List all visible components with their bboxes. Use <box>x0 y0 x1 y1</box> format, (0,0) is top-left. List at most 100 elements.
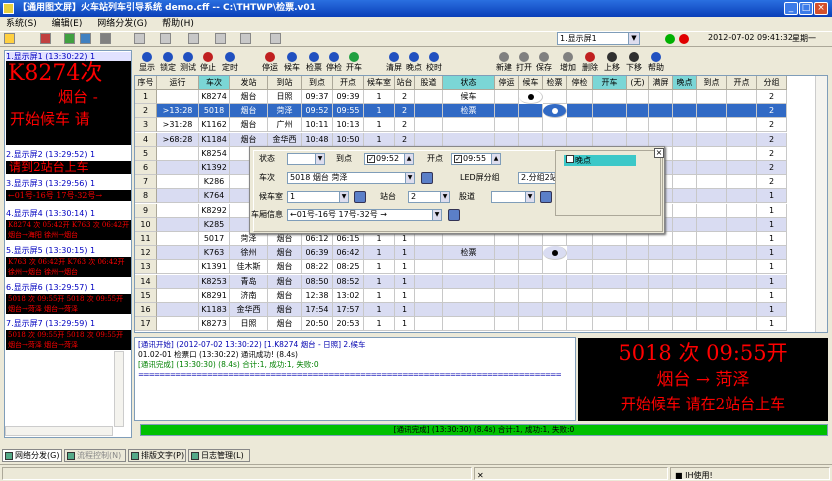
table-row[interactable]: 16 K1183 金华西 烟台 17:54 17:57 1 1 1 <box>135 303 815 317</box>
grid-icon[interactable] <box>64 33 75 44</box>
table-cell: 2 <box>395 104 415 119</box>
minimize-button[interactable]: _ <box>784 2 798 15</box>
waiting-room-button[interactable] <box>354 191 366 203</box>
menu-network[interactable]: 网络分发(G) <box>91 17 153 31</box>
toolbar-button-6[interactable]: 候车 <box>282 50 302 75</box>
table-row[interactable]: 3 >31:28 K1162 烟台 广州 10:11 10:13 1 2 2 <box>135 118 815 133</box>
search-icon[interactable] <box>240 33 251 44</box>
close-button[interactable]: × <box>814 2 828 15</box>
table-row[interactable]: 4 >68:28 K1184 烟台 金华西 10:48 10:50 1 2 2 <box>135 132 815 147</box>
table-row[interactable]: 14 K8253 青岛 烟台 08:50 08:52 1 1 1 <box>135 274 815 289</box>
arrive-checkbox[interactable]: ✓ <box>367 155 375 163</box>
tab-flow[interactable]: 流程控制(N) <box>64 449 126 462</box>
tools-icon[interactable] <box>40 33 51 44</box>
edit-icon[interactable] <box>160 33 171 44</box>
toolbar-button-15[interactable]: 保存 <box>534 50 554 75</box>
column-header[interactable]: 检票 <box>543 76 567 90</box>
screen-2-header[interactable]: 2.显示屏2 (13:29:52) 1 <box>6 150 131 160</box>
settings-icon[interactable] <box>134 33 145 44</box>
toolbar-button-4[interactable]: 定时 <box>220 50 240 75</box>
column-header[interactable]: 满屏 <box>649 76 673 90</box>
arrive-time-input[interactable]: ✓ 09:52 ▲ <box>364 153 414 165</box>
track-select[interactable]: ▼ <box>491 191 535 203</box>
config-icon[interactable] <box>270 33 281 44</box>
column-header[interactable]: 到站 <box>268 76 302 90</box>
train-pick-button[interactable] <box>421 172 433 184</box>
column-header[interactable]: 开车 <box>593 76 627 90</box>
column-header[interactable]: 序号 <box>135 76 157 90</box>
train-select[interactable]: 5018 烟台 菏泽 ▼ <box>287 172 415 184</box>
screen-icon[interactable] <box>188 33 199 44</box>
column-header[interactable]: 开点 <box>333 76 364 90</box>
tab-layout[interactable]: 排版文字(P) <box>128 449 186 462</box>
track-button[interactable] <box>540 191 552 203</box>
column-header[interactable]: 晚点 <box>673 76 697 90</box>
text-a-icon[interactable] <box>100 33 111 44</box>
column-header[interactable]: 到点 <box>302 76 333 90</box>
tab-log[interactable]: 日志管理(L) <box>188 449 250 462</box>
menu-system[interactable]: 系统(S) <box>0 17 43 31</box>
column-header[interactable]: 站台 <box>395 76 415 90</box>
late-checkbox-row[interactable]: 晚点 <box>564 155 636 166</box>
toolbar-button-20[interactable]: 帮助 <box>646 50 666 75</box>
screen-info-button[interactable] <box>448 209 460 221</box>
platform-select[interactable]: 2 ▼ <box>408 191 450 203</box>
train-select-value: 5018 烟台 菏泽 <box>290 173 348 182</box>
tab-network[interactable]: 网络分发(G) <box>2 449 62 462</box>
open-icon[interactable] <box>4 33 15 44</box>
table-row[interactable]: 13 K1391 佳木斯 烟台 08:22 08:25 1 1 1 <box>135 260 815 275</box>
waiting-room-label: 候车室 <box>259 192 283 201</box>
toolbar-button-16[interactable]: 增加 <box>558 50 578 75</box>
left-vertical-scrollbar[interactable] <box>114 351 124 427</box>
column-header[interactable]: 分组 <box>757 76 787 90</box>
table-row[interactable]: 15 K8291 济南 烟台 12:38 13:02 1 1 1 <box>135 288 815 303</box>
table-row[interactable]: 12 K763 徐州 烟台 06:39 06:42 1 1 检票 1 <box>135 246 815 261</box>
screen-4-header[interactable]: 4.显示屏4 (13:30:14) 1 <box>6 209 131 219</box>
close-icon[interactable]: × <box>654 148 664 158</box>
table-row[interactable]: 11 5017 菏泽 烟台 06:12 06:15 1 1 1 <box>135 232 815 246</box>
screen-info-select[interactable]: ←01号-16号 17号-32号 → ▼ <box>287 209 442 221</box>
screen-5-header[interactable]: 5.显示屏5 (13:30:15) 1 <box>6 246 131 256</box>
column-header[interactable]: 车次 <box>199 76 230 90</box>
toolbar-button-5[interactable]: 停运 <box>260 50 280 75</box>
column-header[interactable]: 状态 <box>443 76 495 90</box>
table-row[interactable]: 1 K8274 烟台 日照 09:37 09:39 1 2 候车 2 <box>135 90 815 104</box>
depart-checkbox[interactable]: ✓ <box>454 155 462 163</box>
table-row[interactable]: 17 K8273 日照 烟台 20:50 20:53 1 1 1 <box>135 317 815 332</box>
screen-6-header[interactable]: 6.显示屏6 (13:29:57) 1 <box>6 283 131 293</box>
layout-icon[interactable] <box>80 33 91 44</box>
column-header[interactable]: 到点 <box>697 76 727 90</box>
screen-3-header[interactable]: 3.显示屏3 (13:29:56) 1 <box>6 179 131 189</box>
left-horizontal-scrollbar[interactable] <box>5 426 113 436</box>
menu-help[interactable]: 帮助(H) <box>156 17 200 31</box>
toolbar-button-19[interactable]: 下移 <box>624 50 644 75</box>
column-header[interactable]: 停检 <box>567 76 593 90</box>
column-header[interactable]: 开点 <box>727 76 757 90</box>
column-header[interactable]: (无) <box>627 76 649 90</box>
table-row[interactable]: 2 >13:28 5018 烟台 菏泽 09:52 09:55 1 2 检票 2 <box>135 104 815 119</box>
toolbar-button-12[interactable]: 校时 <box>424 50 444 75</box>
column-header[interactable]: 发站 <box>230 76 268 90</box>
table-cell <box>727 132 757 147</box>
toolbar-button-3[interactable]: 停止 <box>198 50 218 75</box>
preview-icon[interactable] <box>215 33 226 44</box>
column-header[interactable]: 候车室 <box>364 76 395 90</box>
table-cell <box>649 232 673 246</box>
toolbar-button-17[interactable]: 删除 <box>580 50 600 75</box>
column-header[interactable]: 股道 <box>415 76 443 90</box>
menu-edit[interactable]: 编辑(E) <box>46 17 89 31</box>
status-select[interactable]: ▼ <box>287 153 325 165</box>
column-header[interactable]: 停运 <box>495 76 519 90</box>
chevron-down-icon: ▼ <box>628 33 639 44</box>
waiting-room-select[interactable]: 1 ▼ <box>287 191 349 203</box>
late-checkbox[interactable] <box>566 155 574 163</box>
toolbar-button-18[interactable]: 上移 <box>602 50 622 75</box>
screen-7-header[interactable]: 7.显示屏7 (13:29:59) 1 <box>6 319 131 329</box>
screen-select[interactable]: 1.显示屏1 ▼ <box>557 32 640 45</box>
toolbar-button-9[interactable]: 开车 <box>344 50 364 75</box>
column-header[interactable]: 候车 <box>519 76 543 90</box>
grid-vertical-scrollbar[interactable] <box>815 76 827 332</box>
depart-time-input[interactable]: ✓ 09:55 ▲ <box>451 153 501 165</box>
maximize-button[interactable]: □ <box>799 2 813 15</box>
column-header[interactable]: 运行 <box>157 76 199 90</box>
